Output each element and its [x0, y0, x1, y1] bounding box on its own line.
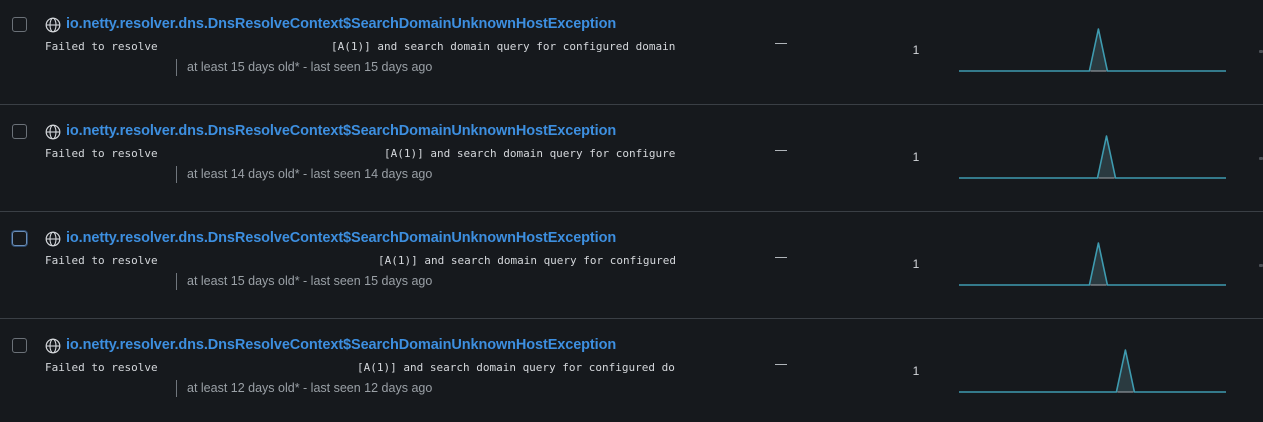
event-sparkline	[959, 135, 1226, 179]
issue-title-link[interactable]: io.netty.resolver.dns.DnsResolveContext$…	[66, 16, 616, 32]
sparkline-line	[959, 135, 1226, 179]
issue-age-meta: at least 12 days old* - last seen 12 day…	[176, 380, 432, 397]
select-checkbox[interactable]	[12, 231, 27, 246]
sparkline-spike-fill	[1116, 350, 1135, 392]
row-edge-marker	[1259, 50, 1263, 53]
row-edge-marker	[1259, 264, 1263, 267]
event-count: 1	[912, 43, 920, 57]
row-edge-marker	[1259, 157, 1263, 160]
globe-icon	[45, 231, 61, 247]
assignee-empty-dash	[775, 43, 787, 44]
issue-row[interactable]: io.netty.resolver.dns.DnsResolveContext$…	[0, 107, 1263, 212]
issue-message-prefix: Failed to resolve	[45, 40, 158, 53]
issue-message-suffix: [A(1)] and search domain query for confi…	[331, 40, 676, 53]
issue-message-suffix: [A(1)] and search domain query for confi…	[357, 361, 675, 374]
issue-age-meta: at least 15 days old* - last seen 15 day…	[176, 59, 432, 76]
globe-icon	[45, 17, 61, 33]
issue-list: io.netty.resolver.dns.DnsResolveContext$…	[0, 0, 1263, 422]
issue-row[interactable]: io.netty.resolver.dns.DnsResolveContext$…	[0, 321, 1263, 422]
issue-message-prefix: Failed to resolve	[45, 254, 158, 267]
select-checkbox[interactable]	[12, 17, 27, 32]
sparkline-spike-fill	[1089, 243, 1108, 285]
issue-message-suffix: [A(1)] and search domain query for confi…	[378, 254, 677, 267]
issue-title-link[interactable]: io.netty.resolver.dns.DnsResolveContext$…	[66, 337, 616, 353]
issue-message-prefix: Failed to resolve	[45, 361, 158, 374]
event-count: 1	[912, 150, 920, 164]
select-checkbox[interactable]	[12, 124, 27, 139]
select-checkbox[interactable]	[12, 338, 27, 353]
issue-age-meta: at least 14 days old* - last seen 14 day…	[176, 166, 432, 183]
assignee-empty-dash	[775, 364, 787, 365]
event-sparkline	[959, 242, 1226, 286]
sparkline-spike-fill	[1097, 136, 1116, 178]
issue-title-link[interactable]: io.netty.resolver.dns.DnsResolveContext$…	[66, 123, 616, 139]
issue-message-suffix: [A(1)] and search domain query for confi…	[384, 147, 676, 160]
assignee-empty-dash	[775, 150, 787, 151]
event-count: 1	[912, 364, 920, 378]
event-sparkline	[959, 349, 1226, 393]
assignee-empty-dash	[775, 257, 787, 258]
event-count: 1	[912, 257, 920, 271]
issue-title-link[interactable]: io.netty.resolver.dns.DnsResolveContext$…	[66, 230, 616, 246]
issue-row[interactable]: io.netty.resolver.dns.DnsResolveContext$…	[0, 214, 1263, 319]
globe-icon	[45, 124, 61, 140]
issue-age-meta: at least 15 days old* - last seen 15 day…	[176, 273, 432, 290]
issue-row[interactable]: io.netty.resolver.dns.DnsResolveContext$…	[0, 0, 1263, 105]
globe-icon	[45, 338, 61, 354]
sparkline-spike-fill	[1089, 29, 1108, 71]
issue-message-prefix: Failed to resolve	[45, 147, 158, 160]
event-sparkline	[959, 28, 1226, 72]
sparkline-line	[959, 349, 1226, 393]
